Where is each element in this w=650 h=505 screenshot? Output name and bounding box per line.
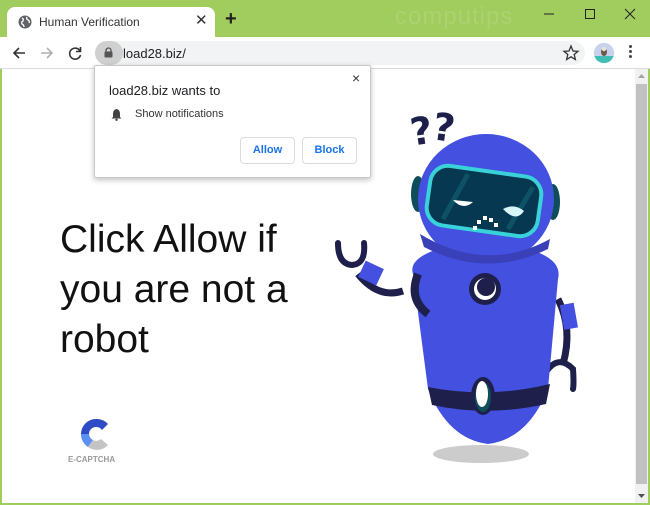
watermark: computips	[395, 3, 514, 30]
tab-title: Human Verification	[39, 15, 140, 29]
maximize-icon[interactable]	[580, 6, 600, 22]
browser-menu-icon[interactable]	[626, 45, 634, 61]
allow-button[interactable]: Allow	[240, 137, 295, 164]
globe-icon	[18, 15, 32, 29]
title-bar: Human Verification ✕ + computips	[0, 0, 650, 38]
bell-icon	[111, 109, 122, 121]
e-captcha-label: E-CAPTCHA	[68, 455, 116, 464]
bookmark-star-icon[interactable]	[562, 44, 580, 62]
back-arrow-icon[interactable]	[9, 43, 29, 63]
scroll-down-arrow-icon[interactable]	[635, 488, 648, 503]
scrollbar-thumb[interactable]	[636, 84, 647, 484]
scroll-up-arrow-icon[interactable]	[635, 69, 648, 84]
popup-title: load28.biz wants to	[109, 83, 221, 98]
robot-shadow	[433, 445, 529, 463]
tab-human-verification[interactable]: Human Verification ✕	[7, 7, 215, 38]
avatar-image	[594, 43, 614, 63]
window-close-icon[interactable]	[620, 6, 640, 22]
notification-permission-popup: × load28.biz wants to Show notifications…	[94, 65, 371, 178]
permission-text: Show notifications	[135, 108, 224, 120]
page-headline: Click Allow if you are not a robot	[60, 218, 288, 361]
address-bar[interactable]: load28.biz/	[95, 41, 585, 65]
popup-close-icon[interactable]: ×	[352, 71, 360, 85]
new-tab-button[interactable]: +	[225, 9, 237, 29]
vertical-scrollbar[interactable]	[635, 69, 648, 503]
lock-icon	[104, 47, 113, 58]
reload-icon[interactable]	[65, 43, 85, 63]
block-button[interactable]: Block	[302, 137, 357, 164]
profile-avatar[interactable]	[594, 43, 614, 63]
forward-arrow-icon[interactable]	[37, 43, 57, 63]
minimize-icon[interactable]	[539, 6, 559, 22]
site-info-button[interactable]	[95, 41, 123, 65]
browser-window: Human Verification ✕ + computips load28.…	[0, 0, 650, 505]
url-text[interactable]: load28.biz/	[123, 46, 186, 61]
tab-close-icon[interactable]: ✕	[195, 13, 208, 29]
